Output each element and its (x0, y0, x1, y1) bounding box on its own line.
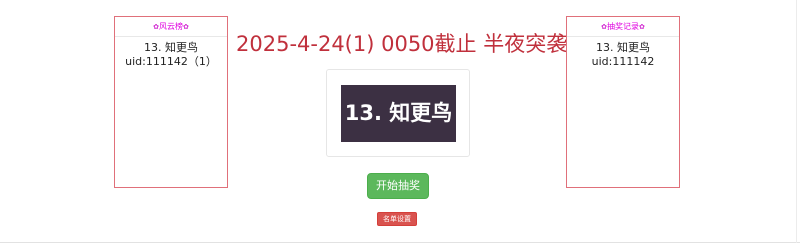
leaderboard-title-text: 风云榜 (159, 22, 183, 31)
leaderboard-panel: ✿风云榜✿ 13. 知更鸟 uid:111142（1） (114, 16, 228, 188)
flourish-right-icon: ✿ (183, 23, 189, 31)
winner-display: 13. 知更鸟 (341, 85, 456, 142)
draw-history-title: ✿抽奖记录✿ (567, 17, 679, 37)
draw-history-entry: 13. 知更鸟 uid:111142 (591, 41, 655, 68)
winner-card: 13. 知更鸟 (326, 69, 470, 157)
window-edge (796, 0, 797, 243)
bottom-divider (0, 242, 800, 243)
draw-history-panel: ✿抽奖记录✿ 13. 知更鸟 uid:111142 (566, 16, 680, 188)
draw-history-title-text: 抽奖记录 (607, 22, 639, 31)
flourish-right-icon: ✿ (639, 23, 645, 31)
draw-history-list: 13. 知更鸟 uid:111142 (567, 37, 679, 73)
leaderboard-entry: 13. 知更鸟 uid:111142（1） (125, 41, 217, 68)
list-settings-button[interactable]: 名单设置 (377, 212, 417, 226)
leaderboard-title: ✿风云榜✿ (115, 17, 227, 37)
page-title: 2025-4-24(1) 0050截止 半夜突袭 (236, 32, 568, 56)
start-draw-button[interactable]: 开始抽奖 (367, 173, 429, 199)
leaderboard-list: 13. 知更鸟 uid:111142（1） (115, 37, 227, 73)
